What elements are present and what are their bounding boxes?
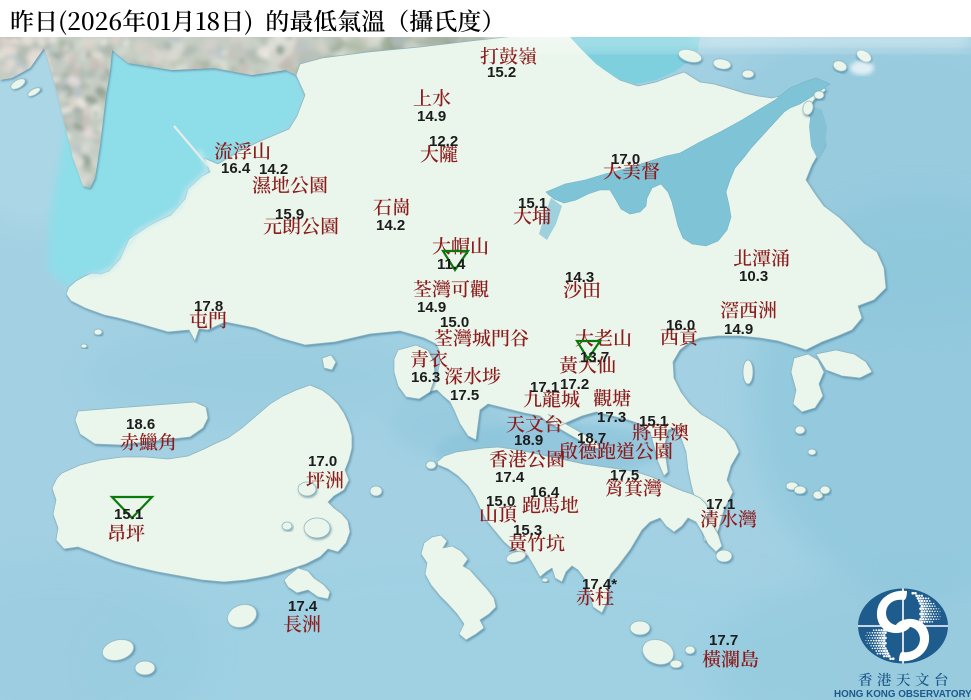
svg-text:18.6: 18.6 [126,416,155,433]
svg-text:15.1: 15.1 [518,195,547,212]
svg-text:17.0: 17.0 [611,151,640,168]
svg-text:18.9: 18.9 [514,432,543,449]
svg-text:16.0: 16.0 [666,317,695,334]
svg-text:14.2: 14.2 [376,217,405,234]
svg-text:14.2: 14.2 [259,161,288,178]
svg-text:17.3: 17.3 [597,409,626,426]
svg-text:11.4: 11.4 [437,256,466,273]
svg-text:10.3: 10.3 [739,268,768,285]
svg-text:17.1: 17.1 [706,496,735,513]
svg-text:17.0: 17.0 [308,453,337,470]
svg-text:15.9: 15.9 [275,206,304,223]
svg-text:17.4*: 17.4* [582,576,617,593]
svg-text:15.1: 15.1 [114,506,143,523]
svg-text:17.5: 17.5 [450,387,479,404]
svg-text:13.7: 13.7 [580,349,609,366]
svg-text:14.9: 14.9 [417,108,446,125]
svg-text:15.1: 15.1 [639,413,668,430]
svg-text:15.0: 15.0 [440,314,469,331]
svg-text:16.4: 16.4 [221,160,251,177]
svg-text:17.4: 17.4 [495,469,525,486]
svg-text:HONG KONG OBSERVATORY: HONG KONG OBSERVATORY [834,689,971,700]
svg-text:17.7: 17.7 [709,632,738,649]
svg-text:18.7: 18.7 [577,430,606,447]
svg-text:17.8: 17.8 [194,298,223,315]
svg-text:15.2: 15.2 [487,64,516,81]
svg-text:14.3: 14.3 [565,269,594,286]
svg-text:17.4: 17.4 [288,598,318,615]
svg-text:15.3: 15.3 [513,522,542,539]
svg-text:12.2: 12.2 [429,133,458,150]
svg-text:14.9: 14.9 [724,321,753,338]
svg-text:16.4: 16.4 [530,484,560,501]
svg-text:17.1: 17.1 [530,379,559,396]
svg-text:16.3: 16.3 [411,369,440,386]
svg-text:17.5: 17.5 [610,467,639,484]
svg-text:17.2: 17.2 [560,376,589,393]
svg-text:15.0: 15.0 [486,493,515,510]
